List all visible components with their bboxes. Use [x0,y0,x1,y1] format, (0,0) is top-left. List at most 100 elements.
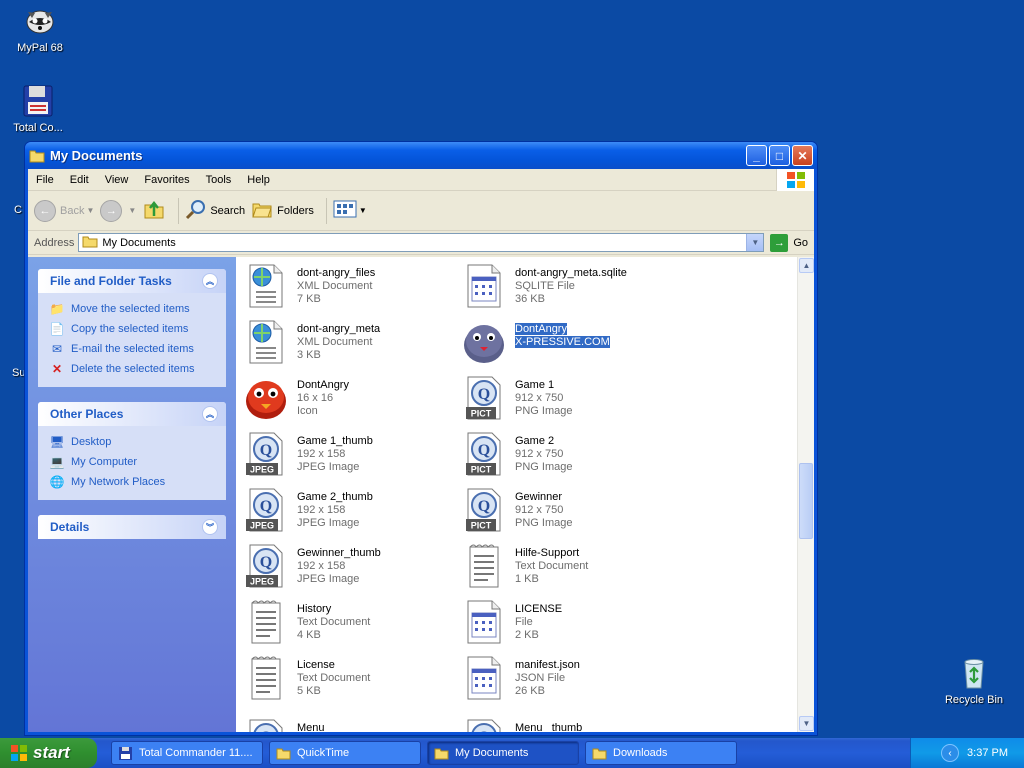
scroll-thumb[interactable] [799,463,813,539]
file-item[interactable]: DontAngry X-PRESSIVE.COM [462,317,680,373]
file-item[interactable]: Q JPEG Game 2_thumb 192 x 158 JPEG Image [244,485,462,541]
menu-favorites[interactable]: Favorites [136,174,197,186]
menu-view[interactable]: View [97,174,137,186]
floppy-disk-icon [21,84,55,118]
search-button[interactable]: Search [185,198,245,223]
file-detail: 26 KB [515,685,545,697]
file-item[interactable]: LICENSE File 2 KB [462,597,680,653]
panel-header[interactable]: Details ︾ [38,515,226,539]
file-detail: JPEG Image [297,461,360,473]
panel-header[interactable]: Other Places ︽ [38,402,226,426]
delete-items-link[interactable]: ✕ Delete the selected items [50,359,214,379]
taskbar: start Total Commander 11.... QuickTime M… [0,738,1024,768]
maximize-button[interactable]: □ [769,145,790,166]
vertical-scrollbar[interactable]: ▲ ▼ [797,257,814,732]
email-items-link[interactable]: ✉ E-mail the selected items [50,339,214,359]
folder-icon [276,747,291,760]
email-icon: ✉ [51,342,63,356]
svg-text:Q: Q [478,729,490,732]
desktop-icon-recycle-bin[interactable]: Recycle Bin [936,656,1012,706]
recycle-bin-icon [957,656,991,690]
address-input[interactable]: My Documents ▼ [78,233,765,252]
desktop-icon-mypal[interactable]: MyPal 68 [2,4,78,54]
task-label: QuickTime [297,747,350,759]
views-icon [333,199,357,222]
desktop-link[interactable]: 🖥 Desktop [49,432,214,452]
svg-text:Q: Q [478,386,490,403]
file-item[interactable]: manifest.json JSON File 26 KB [462,653,680,709]
menu-file[interactable]: File [28,174,62,186]
file-item[interactable]: QJPEG Menu [244,716,462,732]
window-titlebar[interactable]: My Documents _ □ ✕ [25,142,817,169]
svg-text:Q: Q [260,554,272,571]
start-button[interactable]: start [0,738,97,768]
forward-button[interactable]: → ▼ [100,199,136,222]
back-arrow-icon: ← [34,199,56,222]
file-detail: 912 x 750 [515,448,564,460]
file-item[interactable]: Q JPEG Gewinner_thumb 192 x 158 JPEG Image [244,541,462,597]
go-button[interactable]: → Go [770,233,808,252]
task-my-documents[interactable]: My Documents [427,741,579,765]
up-folder-button[interactable] [142,197,166,224]
folders-button[interactable]: Folders [251,199,314,222]
file-item[interactable]: dont-angry_meta.sqlite SQLITE File 36 KB [462,261,680,317]
file-detail: 36 KB [515,293,545,305]
desktop-partial-label: C [14,204,22,216]
file-item[interactable]: DontAngry 16 x 16 Icon [244,373,462,429]
file-meta: Game 2_thumb 192 x 158 JPEG Image [297,485,373,541]
expand-chevron-icon[interactable]: ︾ [202,519,218,535]
file-item[interactable]: Hilfe-Support Text Document 1 KB [462,541,680,597]
close-button[interactable]: ✕ [792,145,813,166]
scroll-up-arrow-icon[interactable]: ▲ [799,258,814,273]
views-button[interactable]: ▼ [333,199,367,222]
file-detail: Text Document [297,672,371,684]
task-quicktime[interactable]: QuickTime [269,741,421,765]
collapse-chevron-icon[interactable]: ︽ [202,406,218,422]
desktop-icon-label: MyPal 68 [17,42,63,54]
address-dropdown-button[interactable]: ▼ [746,234,764,251]
file-item[interactable]: dont-angry_meta XML Document 3 KB [244,317,462,373]
file-folder-tasks-panel: File and Folder Tasks ︽ 📁 Move the select… [38,269,226,387]
floppy-disk-icon [118,746,133,760]
back-button[interactable]: ← Back ▼ [34,199,95,222]
desktop-icon-label: Recycle Bin [944,694,1004,706]
menu-tools[interactable]: Tools [198,174,240,186]
file-item[interactable]: Q PICT Game 1 912 x 750 PNG Image [462,373,680,429]
link-label: E-mail the selected items [71,343,194,355]
move-items-link[interactable]: 📁 Move the selected items [50,299,214,319]
collapse-chevron-icon[interactable]: ︽ [202,273,218,289]
file-item[interactable]: License Text Document 5 KB [244,653,462,709]
my-computer-link[interactable]: 💻 My Computer [50,452,214,472]
desktop-icon-total-commander[interactable]: Total Co... [0,84,76,134]
back-label: Back [60,204,85,217]
go-arrow-icon: → [770,233,789,252]
file-item[interactable]: Q JPEG Game 1_thumb 192 x 158 JPEG Image [244,429,462,485]
show-hidden-icons-arrow-icon[interactable]: ‹ [941,744,960,762]
panel-header[interactable]: File and Folder Tasks ︽ [38,269,226,293]
task-downloads[interactable]: Downloads [585,741,737,765]
menu-edit[interactable]: Edit [62,174,97,186]
copy-items-link[interactable]: 📄 Copy the selected items [50,319,214,339]
file-item[interactable]: Q PICT Game 2 912 x 750 PNG Image [462,429,680,485]
desktop-icon: 🖥 [49,435,65,449]
svg-text:PICT: PICT [471,521,492,531]
scroll-down-arrow-icon[interactable]: ▼ [799,716,814,731]
file-list: dont-angry_files XML Document 7 KB dont-ang… [236,257,814,732]
clock[interactable]: 3:37 PM [967,747,1008,759]
file-detail: 2 KB [515,629,539,641]
details-panel: Details ︾ [38,515,226,539]
dropdown-arrow-icon: ▼ [86,206,95,215]
file-item[interactable]: QJPEG Menu _thumb [462,716,680,732]
go-label: Go [793,236,808,249]
file-item[interactable]: Q PICT Gewinner 912 x 750 PNG Image [462,485,680,541]
system-tray: ‹ 3:37 PM [910,738,1024,768]
file-item[interactable]: History Text Document 4 KB [244,597,462,653]
file-item[interactable]: dont-angry_files XML Document 7 KB [244,261,462,317]
svg-text:Q: Q [478,442,490,459]
raccoon-icon [23,4,57,38]
minimize-button[interactable]: _ [746,145,767,166]
task-total-commander[interactable]: Total Commander 11.... [111,741,263,765]
menu-help[interactable]: Help [239,174,278,186]
network-places-link[interactable]: 🌐 My Network Places [50,472,214,492]
svg-text:PICT: PICT [471,409,492,419]
